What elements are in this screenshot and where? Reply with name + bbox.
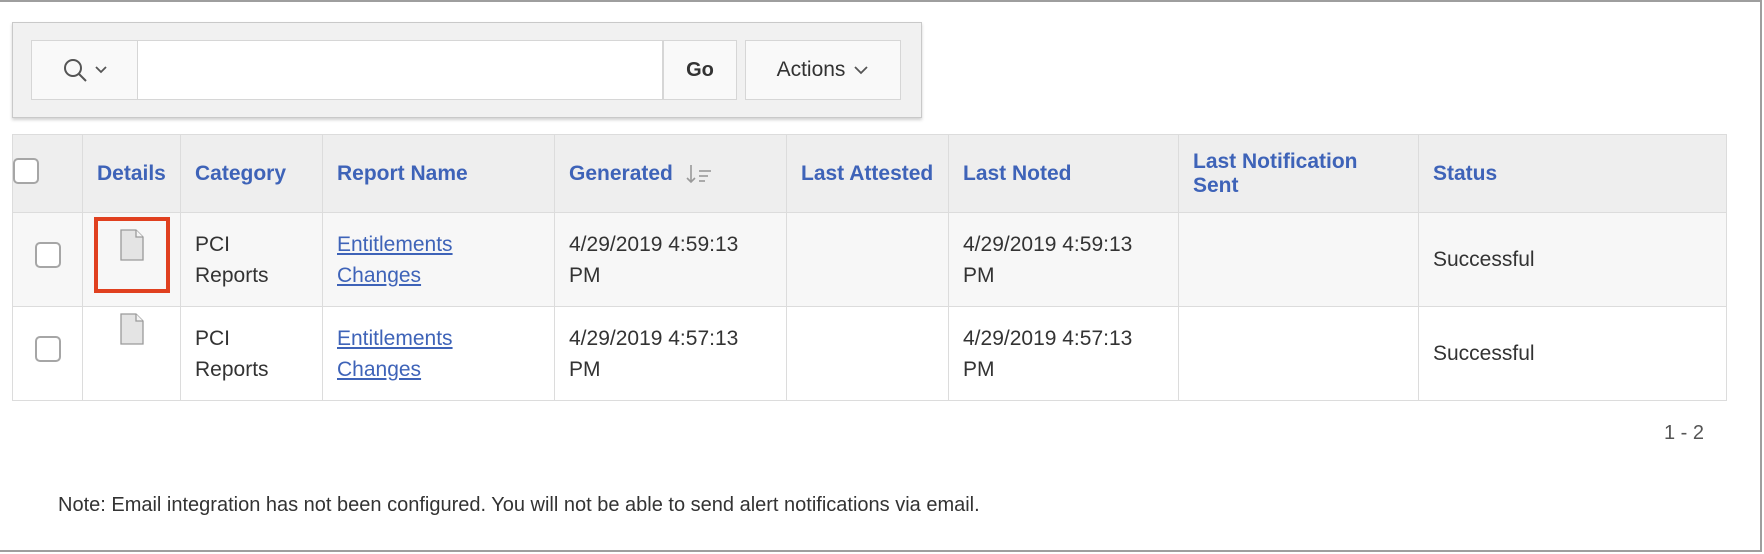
report-table: Details Category Report Name Generated L…	[12, 134, 1727, 401]
row-checkbox[interactable]	[34, 336, 61, 362]
table-row: PCI Reports Entitlements Changes 4/29/20…	[12, 306, 1727, 401]
table-row: PCI Reports Entitlements Changes 4/29/20…	[12, 212, 1727, 307]
category-cell: PCI Reports	[180, 306, 323, 401]
last-attested-cell	[786, 212, 949, 307]
chevron-down-icon	[854, 66, 869, 75]
actions-menu-button[interactable]: Actions	[745, 40, 901, 100]
go-button[interactable]: Go	[663, 40, 737, 100]
search-icon	[63, 59, 87, 82]
status-cell: Successful	[1418, 306, 1727, 401]
column-header-report-name[interactable]: Report Name	[322, 134, 555, 213]
select-all-checkbox[interactable]	[13, 157, 39, 184]
column-header-status[interactable]: Status	[1418, 134, 1727, 213]
row-select-cell	[12, 212, 83, 307]
column-header-generated[interactable]: Generated	[554, 134, 787, 213]
column-header-details[interactable]: Details	[82, 134, 181, 213]
last-notification-sent-cell	[1178, 306, 1419, 401]
generated-cell: 4/29/2019 4:59:13 PM	[554, 212, 787, 307]
details-highlight-box	[93, 217, 170, 293]
column-header-generated-label: Generated	[569, 161, 673, 185]
search-input[interactable]	[138, 40, 663, 100]
status-cell: Successful	[1418, 212, 1727, 307]
last-noted-cell: 4/29/2019 4:57:13 PM	[948, 306, 1179, 401]
column-header-last-notification-sent[interactable]: Last Notification Sent	[1178, 134, 1419, 213]
last-notification-sent-cell	[1178, 212, 1419, 307]
actions-label: Actions	[776, 58, 846, 81]
last-noted-cell: 4/29/2019 4:59:13 PM	[948, 212, 1179, 307]
row-select-cell	[12, 306, 83, 401]
email-integration-note: Note: Email integration has not been con…	[58, 494, 980, 516]
sort-descending-icon	[686, 164, 711, 184]
report-toolbar: Go Actions	[12, 22, 922, 118]
report-name-cell: Entitlements Changes	[322, 306, 555, 401]
details-icon-wrap	[94, 311, 170, 387]
report-name-link[interactable]: Entitlements Changes	[337, 233, 453, 287]
details-cell	[82, 306, 181, 401]
search-column-menu[interactable]	[31, 40, 138, 100]
row-checkbox[interactable]	[34, 242, 61, 268]
column-header-category[interactable]: Category	[180, 134, 323, 213]
chevron-down-icon	[94, 66, 107, 74]
category-cell: PCI Reports	[180, 212, 323, 307]
document-icon[interactable]	[119, 229, 145, 261]
column-header-last-noted[interactable]: Last Noted	[948, 134, 1179, 213]
select-all-cell	[12, 134, 83, 213]
column-header-last-attested[interactable]: Last Attested	[786, 134, 949, 213]
table-header-row: Details Category Report Name Generated L…	[12, 134, 1727, 213]
report-name-link[interactable]: Entitlements Changes	[337, 327, 453, 381]
generated-cell: 4/29/2019 4:57:13 PM	[554, 306, 787, 401]
pagination-range: 1 - 2	[1663, 422, 1704, 444]
details-cell	[82, 212, 181, 307]
document-icon[interactable]	[119, 313, 145, 345]
last-attested-cell	[786, 306, 949, 401]
report-name-cell: Entitlements Changes	[322, 212, 555, 307]
